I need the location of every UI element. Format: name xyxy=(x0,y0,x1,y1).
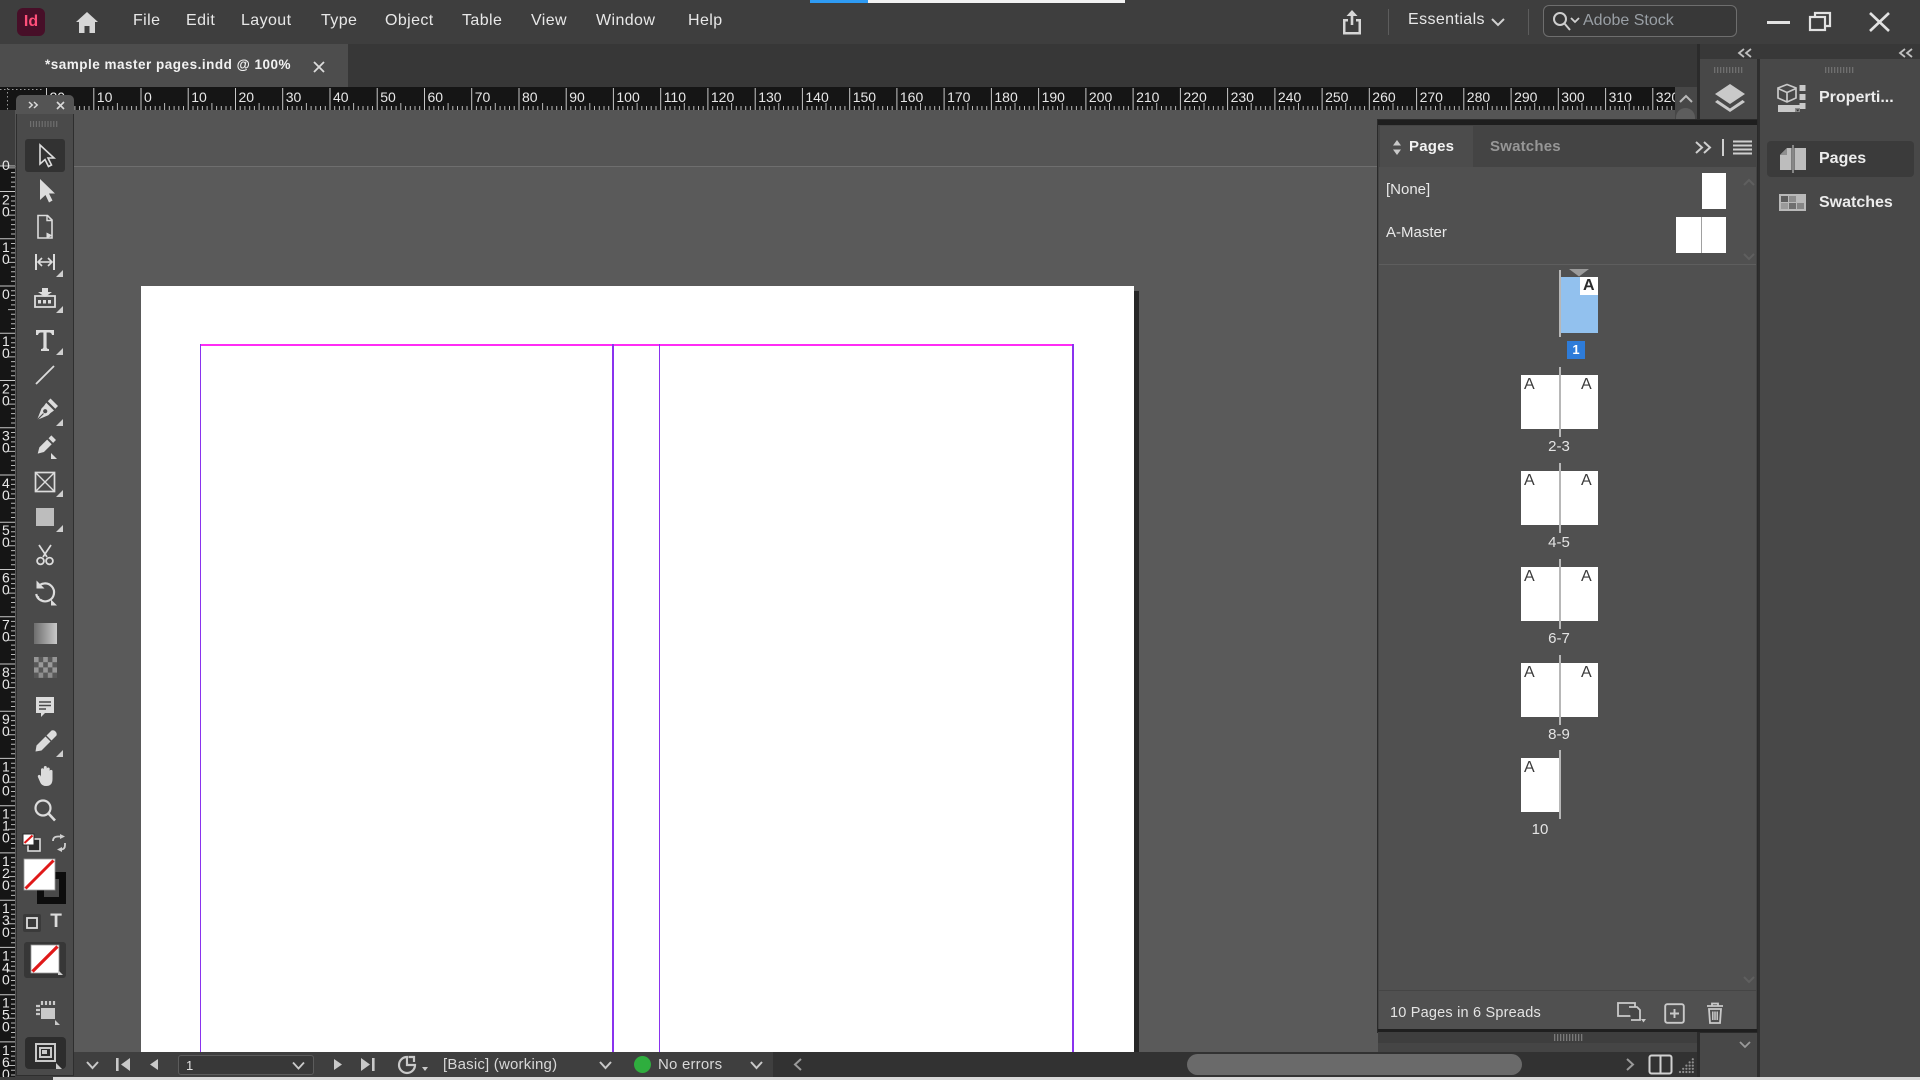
svg-text:300: 300 xyxy=(1561,89,1585,105)
svg-text:10: 10 xyxy=(97,89,113,105)
svg-text:0: 0 xyxy=(2,676,10,692)
svg-text:0: 0 xyxy=(144,89,152,105)
svg-text:0: 0 xyxy=(2,157,10,173)
svg-text:0: 0 xyxy=(2,723,10,739)
svg-text:10: 10 xyxy=(191,89,207,105)
svg-text:0: 0 xyxy=(2,487,10,503)
svg-text:170: 170 xyxy=(947,89,971,105)
svg-text:280: 280 xyxy=(1467,89,1491,105)
svg-text:150: 150 xyxy=(853,89,877,105)
svg-text:90: 90 xyxy=(569,89,585,105)
svg-text:0: 0 xyxy=(2,204,10,220)
svg-text:0: 0 xyxy=(2,782,10,798)
svg-text:180: 180 xyxy=(994,89,1018,105)
svg-text:130: 130 xyxy=(758,89,782,105)
svg-text:40: 40 xyxy=(333,89,349,105)
svg-text:250: 250 xyxy=(1325,89,1349,105)
svg-text:0: 0 xyxy=(2,251,10,267)
svg-text:110: 110 xyxy=(664,89,687,105)
svg-text:0: 0 xyxy=(2,534,10,550)
svg-text:60: 60 xyxy=(428,89,444,105)
svg-text:120: 120 xyxy=(711,89,735,105)
svg-text:230: 230 xyxy=(1231,89,1255,105)
svg-text:200: 200 xyxy=(1089,89,1113,105)
svg-text:240: 240 xyxy=(1278,89,1302,105)
svg-text:0: 0 xyxy=(2,1019,10,1035)
svg-text:80: 80 xyxy=(522,89,538,105)
svg-text:320: 320 xyxy=(1656,89,1675,105)
svg-text:0: 0 xyxy=(2,1066,10,1077)
svg-text:290: 290 xyxy=(1514,89,1538,105)
svg-text:0: 0 xyxy=(2,345,10,361)
svg-text:0: 0 xyxy=(2,629,10,645)
svg-text:100: 100 xyxy=(616,89,640,105)
svg-text:70: 70 xyxy=(475,89,491,105)
svg-text:270: 270 xyxy=(1420,89,1444,105)
svg-text:30: 30 xyxy=(286,89,302,105)
svg-text:220: 220 xyxy=(1183,89,1207,105)
svg-text:0: 0 xyxy=(2,393,10,409)
svg-text:0: 0 xyxy=(2,582,10,598)
svg-text:0: 0 xyxy=(2,877,10,893)
svg-text:0: 0 xyxy=(2,286,10,302)
svg-text:160: 160 xyxy=(900,89,924,105)
svg-text:260: 260 xyxy=(1372,89,1396,105)
svg-text:50: 50 xyxy=(380,89,396,105)
svg-text:310: 310 xyxy=(1609,89,1633,105)
svg-text:0: 0 xyxy=(2,440,10,456)
svg-text:140: 140 xyxy=(805,89,829,105)
svg-text:210: 210 xyxy=(1136,89,1160,105)
svg-text:20: 20 xyxy=(239,89,255,105)
svg-text:190: 190 xyxy=(1042,89,1066,105)
svg-text:0: 0 xyxy=(2,924,10,940)
svg-text:0: 0 xyxy=(2,830,10,846)
svg-text:0: 0 xyxy=(2,971,10,987)
